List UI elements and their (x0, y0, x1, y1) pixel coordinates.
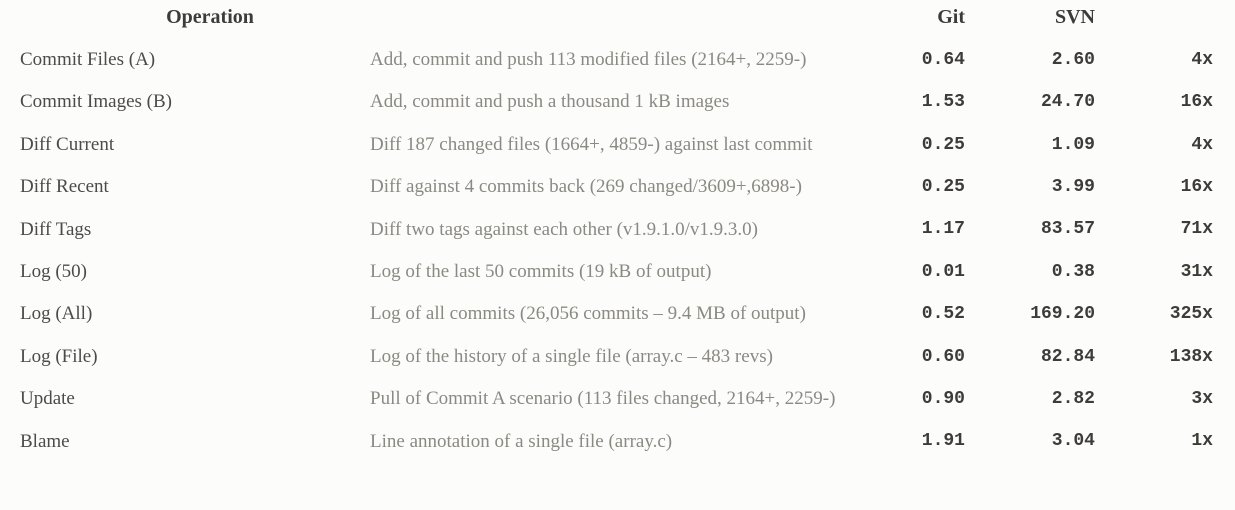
op-name: Commit Files (A) (0, 39, 360, 81)
op-name: Log (All) (0, 293, 360, 335)
table-row: Commit Images (B)Add, commit and push a … (0, 81, 1235, 123)
ratio: 16x (1105, 81, 1235, 123)
op-desc: Log of the last 50 commits (19 kB of out… (360, 251, 855, 293)
header-ratio (1105, 0, 1235, 39)
header-git: Git (855, 0, 975, 39)
git-time: 0.60 (855, 336, 975, 378)
op-name: Diff Tags (0, 209, 360, 251)
op-desc: Diff against 4 commits back (269 changed… (360, 166, 855, 208)
svn-time: 2.82 (975, 378, 1105, 420)
svn-time: 83.57 (975, 209, 1105, 251)
git-time: 0.64 (855, 39, 975, 81)
op-name: Log (50) (0, 251, 360, 293)
git-time: 0.90 (855, 378, 975, 420)
op-desc: Diff two tags against each other (v1.9.1… (360, 209, 855, 251)
git-time: 0.52 (855, 293, 975, 335)
op-name: Log (File) (0, 336, 360, 378)
op-name: Diff Current (0, 124, 360, 166)
git-time: 1.91 (855, 421, 975, 463)
table-row: Commit Files (A)Add, commit and push 113… (0, 39, 1235, 81)
svn-time: 24.70 (975, 81, 1105, 123)
op-desc: Add, commit and push 113 modified files … (360, 39, 855, 81)
table-row: Diff CurrentDiff 187 changed files (1664… (0, 124, 1235, 166)
table-row: Log (File)Log of the history of a single… (0, 336, 1235, 378)
header-desc (360, 0, 855, 39)
op-desc: Log of the history of a single file (arr… (360, 336, 855, 378)
op-desc: Diff 187 changed files (1664+, 4859-) ag… (360, 124, 855, 166)
op-name: Blame (0, 421, 360, 463)
ratio: 16x (1105, 166, 1235, 208)
svn-time: 1.09 (975, 124, 1105, 166)
svn-time: 2.60 (975, 39, 1105, 81)
ratio: 138x (1105, 336, 1235, 378)
table-row: BlameLine annotation of a single file (a… (0, 421, 1235, 463)
table-body: Commit Files (A)Add, commit and push 113… (0, 39, 1235, 463)
op-name: Update (0, 378, 360, 420)
git-time: 0.25 (855, 166, 975, 208)
ratio: 71x (1105, 209, 1235, 251)
table-row: Diff TagsDiff two tags against each othe… (0, 209, 1235, 251)
svn-time: 3.04 (975, 421, 1105, 463)
svn-time: 0.38 (975, 251, 1105, 293)
ratio: 325x (1105, 293, 1235, 335)
ratio: 31x (1105, 251, 1235, 293)
git-time: 0.25 (855, 124, 975, 166)
ratio: 4x (1105, 124, 1235, 166)
git-time: 0.01 (855, 251, 975, 293)
op-name: Commit Images (B) (0, 81, 360, 123)
benchmark-table: Operation Git SVN Commit Files (A)Add, c… (0, 0, 1235, 463)
op-name: Diff Recent (0, 166, 360, 208)
op-desc: Pull of Commit A scenario (113 files cha… (360, 378, 855, 420)
git-time: 1.17 (855, 209, 975, 251)
table-row: Diff RecentDiff against 4 commits back (… (0, 166, 1235, 208)
svn-time: 169.20 (975, 293, 1105, 335)
table-row: Log (50)Log of the last 50 commits (19 k… (0, 251, 1235, 293)
ratio: 3x (1105, 378, 1235, 420)
op-desc: Log of all commits (26,056 commits – 9.4… (360, 293, 855, 335)
header-svn: SVN (975, 0, 1105, 39)
op-desc: Add, commit and push a thousand 1 kB ima… (360, 81, 855, 123)
table-row: Log (All)Log of all commits (26,056 comm… (0, 293, 1235, 335)
svn-time: 82.84 (975, 336, 1105, 378)
table-row: UpdatePull of Commit A scenario (113 fil… (0, 378, 1235, 420)
table-header: Operation Git SVN (0, 0, 1235, 39)
header-operation: Operation (0, 0, 360, 39)
git-time: 1.53 (855, 81, 975, 123)
ratio: 4x (1105, 39, 1235, 81)
ratio: 1x (1105, 421, 1235, 463)
op-desc: Line annotation of a single file (array.… (360, 421, 855, 463)
svn-time: 3.99 (975, 166, 1105, 208)
